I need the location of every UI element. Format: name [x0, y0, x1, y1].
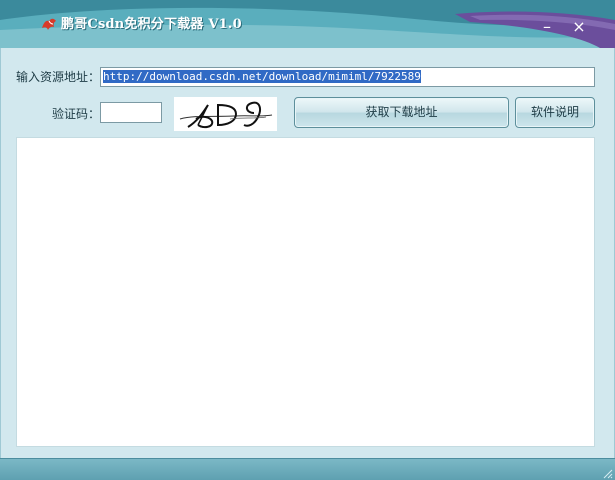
- captcha-input[interactable]: [100, 102, 162, 123]
- status-bar: [0, 458, 615, 480]
- app-window: 鹏哥Csdn免积分下载器 V1.0 – × 输入资源地址： http://dow…: [0, 0, 615, 480]
- url-label: 输入资源地址：: [16, 70, 101, 84]
- captcha-label: 验证码：: [52, 107, 101, 121]
- get-download-address-button[interactable]: 获取下载地址: [294, 97, 509, 128]
- captcha-image[interactable]: [174, 97, 277, 131]
- help-button[interactable]: 软件说明: [515, 97, 595, 128]
- captcha-drawing: [179, 101, 273, 129]
- url-input[interactable]: http://download.csdn.net/download/mimiml…: [100, 67, 595, 87]
- close-icon[interactable]: ×: [568, 18, 590, 36]
- window-title: 鹏哥Csdn免积分下载器 V1.0: [61, 17, 242, 32]
- minimize-icon[interactable]: –: [536, 18, 558, 36]
- title-bar[interactable]: 鹏哥Csdn免积分下载器 V1.0 – ×: [0, 0, 615, 48]
- app-logo-icon: [42, 18, 56, 30]
- url-input-value: http://download.csdn.net/download/mimiml…: [103, 70, 421, 83]
- resize-grip-icon[interactable]: [601, 467, 613, 479]
- output-area[interactable]: [16, 137, 595, 447]
